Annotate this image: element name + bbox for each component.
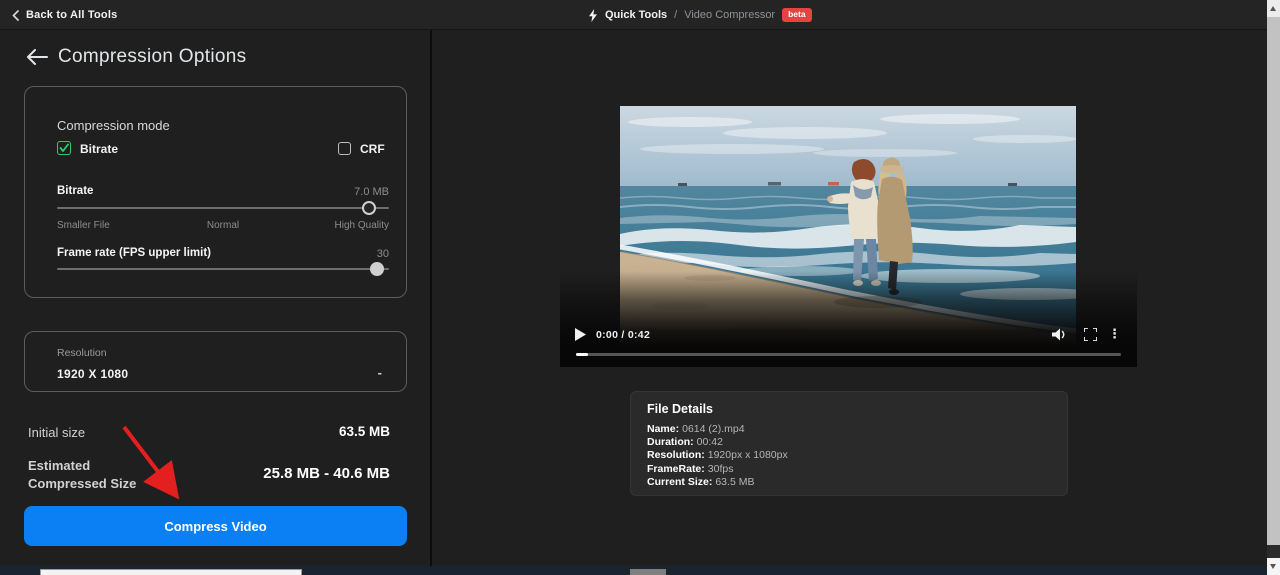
- fps-slider-track[interactable]: [57, 268, 389, 270]
- resolution-label: Resolution: [57, 347, 107, 359]
- scroll-up-button[interactable]: [1267, 0, 1280, 17]
- file-details-card: File Details Name:0614 (2).mp4 Duration:…: [630, 391, 1068, 496]
- breadcrumb-separator: /: [674, 9, 677, 21]
- fps-slider-value: 30: [377, 248, 389, 260]
- beta-badge: beta: [782, 8, 811, 22]
- initial-size-value: 63.5 MB: [24, 424, 390, 439]
- video-compressor-app: Back to All Tools Quick Tools / Video Co…: [0, 0, 1280, 575]
- resolution-value: 1920 X 1080: [57, 367, 128, 381]
- progress-played: [576, 353, 588, 356]
- lightning-bolt-icon: [588, 9, 598, 22]
- kebab-menu-icon[interactable]: ⋮: [1108, 327, 1121, 341]
- breadcrumb-tool-name: Video Compressor: [684, 9, 775, 21]
- crf-checkbox[interactable]: [338, 142, 351, 155]
- breadcrumb-quick-tools[interactable]: Quick Tools: [605, 9, 667, 21]
- mode-options-row: Bitrate CRF: [57, 141, 389, 157]
- compression-mode-label: Compression mode: [57, 118, 170, 133]
- bitrate-slider-value: 7.0 MB: [354, 186, 389, 198]
- progress-bar[interactable]: [576, 353, 1121, 356]
- bitrate-option-label[interactable]: Bitrate: [80, 142, 118, 156]
- back-to-all-tools-link[interactable]: Back to All Tools: [12, 0, 117, 30]
- crf-option-label[interactable]: CRF: [360, 142, 385, 156]
- scroll-down-button[interactable]: [1267, 558, 1280, 575]
- file-detail-resolution: Resolution:1920px x 1080px: [647, 449, 1057, 462]
- scrollbar-thumb[interactable]: [1267, 17, 1280, 545]
- chevron-left-icon: [12, 10, 19, 21]
- fps-slider-label: Frame rate (FPS upper limit): [57, 247, 211, 259]
- tier-high-quality: High Quality: [335, 220, 389, 231]
- estimated-size-value: 25.8 MB - 40.6 MB: [24, 465, 390, 482]
- breadcrumb: Quick Tools / Video Compressor beta: [588, 0, 812, 30]
- fps-slider-thumb[interactable]: [370, 262, 384, 276]
- file-details-title: File Details: [647, 402, 713, 416]
- compression-mode-card: Compression mode Bitrate CRF Bitrate 7.0…: [24, 86, 407, 298]
- bottom-partial-gray-box: [630, 569, 666, 575]
- bitrate-slider-label: Bitrate: [57, 185, 93, 197]
- top-bar: Back to All Tools Quick Tools / Video Co…: [0, 0, 1267, 30]
- file-detail-duration: Duration:00:42: [647, 436, 1057, 449]
- panel-divider: [430, 30, 432, 566]
- fullscreen-icon[interactable]: [1084, 328, 1097, 341]
- file-details-rows: Name:0614 (2).mp4 Duration:00:42 Resolut…: [647, 423, 1057, 489]
- volume-icon[interactable]: [1052, 328, 1067, 341]
- back-link-label: Back to All Tools: [26, 9, 117, 21]
- play-icon[interactable]: [575, 328, 586, 341]
- vertical-scrollbar[interactable]: [1267, 0, 1280, 575]
- bitrate-tier-labels: Smaller File Normal High Quality: [57, 220, 389, 232]
- time-display: 0:00 / 0:42: [596, 329, 650, 341]
- file-detail-name: Name:0614 (2).mp4: [647, 423, 1057, 436]
- arrow-left-icon[interactable]: [26, 49, 48, 65]
- file-detail-framerate: FrameRate:30fps: [647, 463, 1057, 476]
- file-detail-current-size: Current Size:63.5 MB: [647, 476, 1057, 489]
- bottom-edge-strip: [0, 566, 1267, 575]
- tier-normal: Normal: [207, 220, 239, 231]
- triangle-up-icon: [1270, 6, 1276, 11]
- bitrate-checkbox[interactable]: [57, 141, 71, 155]
- video-player[interactable]: 0:00 / 0:42 ⋮: [560, 101, 1137, 367]
- bitrate-slider-track[interactable]: [57, 207, 389, 209]
- player-controls: 0:00 / 0:42 ⋮: [560, 323, 1137, 347]
- compress-video-button[interactable]: Compress Video: [24, 506, 407, 546]
- bitrate-slider-thumb[interactable]: [362, 201, 376, 215]
- page-title-text: Compression Options: [58, 46, 246, 68]
- resolution-select-card[interactable]: Resolution 1920 X 1080 -: [24, 331, 407, 392]
- resolution-dropdown-indicator[interactable]: -: [378, 365, 382, 380]
- triangle-down-icon: [1270, 564, 1276, 569]
- page-title: Compression Options: [26, 46, 246, 68]
- checkmark-icon: [59, 143, 69, 153]
- bottom-partial-white-bar: [40, 569, 302, 575]
- tier-smaller-file: Smaller File: [57, 220, 110, 231]
